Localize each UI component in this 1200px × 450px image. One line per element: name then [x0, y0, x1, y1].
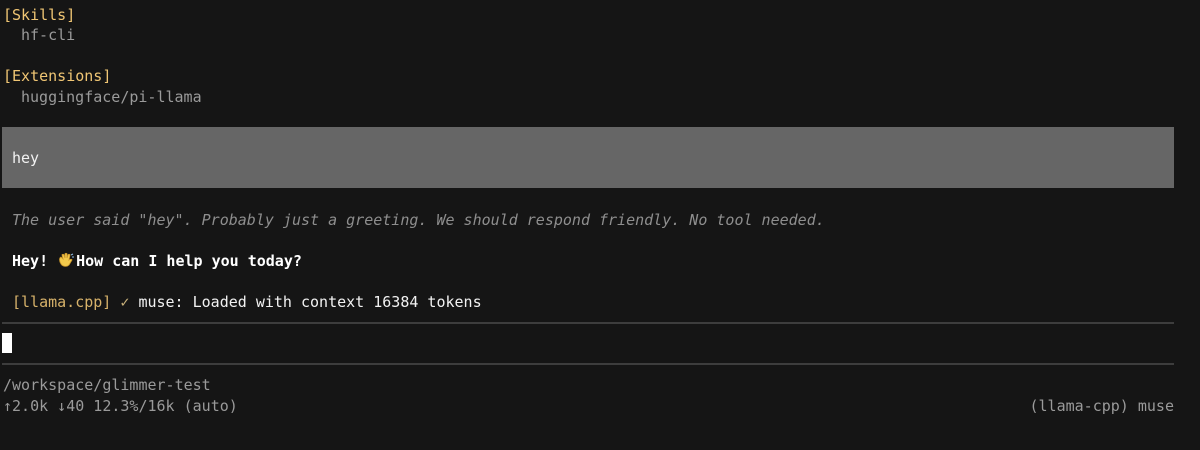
user-message-block: hey — [2, 127, 1174, 188]
token-stats: ↑2.0k ↓40 12.3%/16k (auto) — [3, 397, 238, 415]
skill-item: hf-cli — [21, 26, 76, 44]
working-directory: /workspace/glimmer-test — [3, 376, 211, 394]
status-tag: [llama.cpp] — [12, 293, 112, 311]
prompt-input-cursor[interactable] — [2, 333, 12, 353]
model-indicator: (llama-cpp) muse — [1029, 397, 1175, 415]
skills-section-title: [Skills] — [3, 6, 76, 24]
extension-item: huggingface/pi-llama — [21, 88, 202, 106]
waving-hand-icon — [57, 252, 75, 268]
input-bottom-divider — [2, 363, 1174, 365]
assistant-reply: Hey! How can I help you today? — [12, 251, 302, 271]
model-status-line: [llama.cpp] ✓ muse: Loaded with context … — [12, 292, 482, 312]
input-top-divider — [2, 322, 1174, 324]
user-message-text: hey — [12, 149, 40, 167]
assistant-thinking-text: The user said "hey". Probably just a gre… — [12, 211, 825, 229]
assistant-reply-greeting: Hey! — [12, 252, 49, 270]
check-icon: ✓ — [120, 293, 130, 311]
assistant-reply-question: How can I help you today? — [76, 252, 302, 270]
extensions-section-title: [Extensions] — [3, 67, 112, 85]
status-text: muse: Loaded with context 16384 tokens — [138, 293, 482, 311]
